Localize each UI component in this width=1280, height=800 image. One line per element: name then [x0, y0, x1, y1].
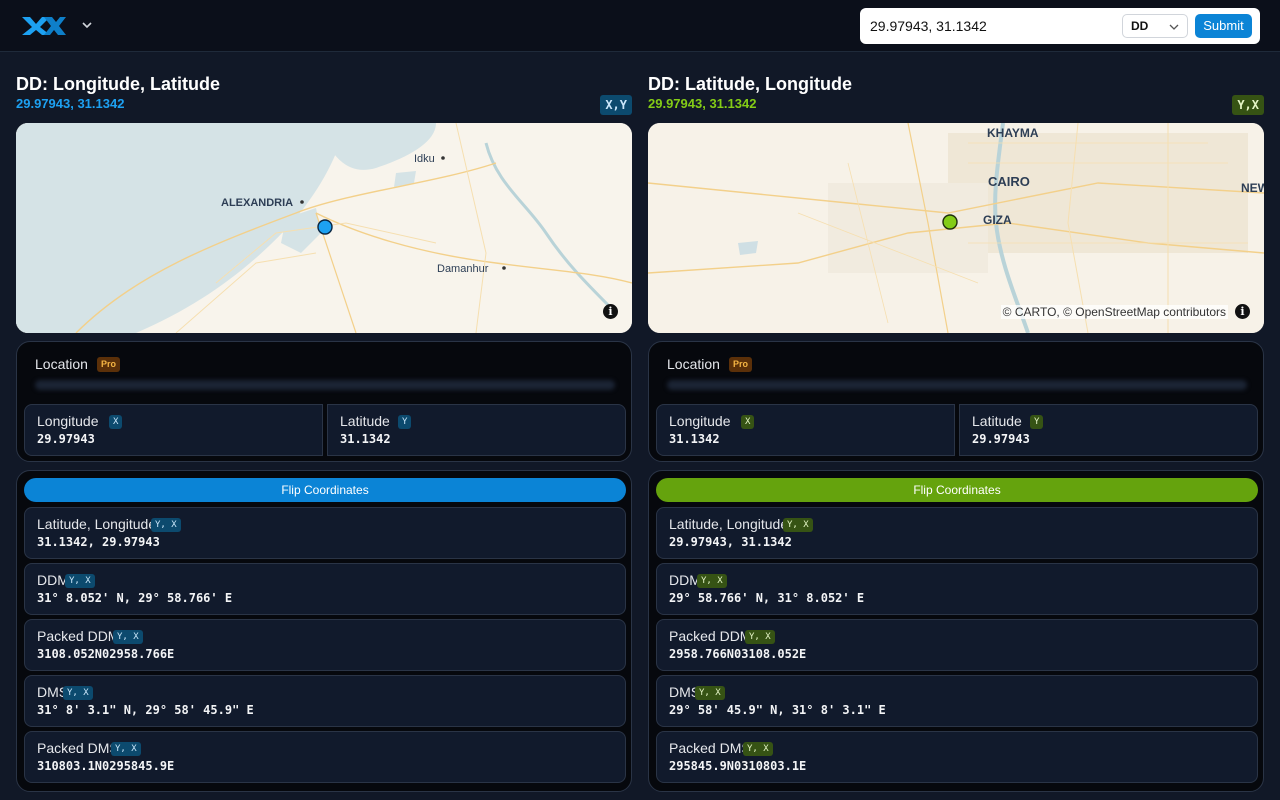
axis-badge: Y, X	[63, 686, 93, 700]
axis-order-badge: Y,X	[1232, 95, 1264, 115]
axis-badge: Y, X	[743, 742, 773, 756]
coord-value[interactable]: 31.1342	[669, 432, 720, 446]
format-row: Latitude, Longitude Y, X 29.97943, 31.13…	[656, 507, 1258, 559]
coord-label: Longitude	[37, 413, 99, 429]
format-value[interactable]: 29.97943, 31.1342	[669, 535, 792, 549]
map-canvas: Idku ALEXANDRIA Damanhur	[16, 123, 632, 333]
format-row: DMS Y, X 31° 8' 3.1" N, 29° 58' 45.9" E	[24, 675, 626, 727]
axis-badge: Y, X	[783, 518, 813, 532]
format-row: DDM Y, X 29° 58.766' N, 31° 8.052' E	[656, 563, 1258, 615]
coordinate-subtitle: 29.97943, 31.1342	[648, 96, 757, 111]
format-value[interactable]: 29° 58.766' N, 31° 8.052' E	[669, 591, 864, 605]
format-row: Latitude, Longitude Y, X 31.1342, 29.979…	[24, 507, 626, 559]
map-attribution[interactable]: © CARTO, © OpenStreetMap contributors	[1000, 305, 1228, 319]
page-title: DD: Latitude, Longitude	[648, 74, 852, 94]
axis-badge: Y, X	[151, 518, 181, 532]
coord-label: Latitude	[340, 413, 390, 429]
flip-coordinates-button[interactable]: Flip Coordinates	[24, 478, 626, 502]
coord-value[interactable]: 29.97943	[972, 432, 1030, 446]
format-label: Latitude, Longitude	[669, 516, 789, 532]
axis-badge: Y, X	[65, 574, 95, 588]
axis-badge: Y, X	[111, 742, 141, 756]
latitude-box: Latitude Y 31.1342	[327, 404, 626, 456]
format-label: Packed DDM	[37, 628, 120, 644]
format-label: Packed DMS	[37, 740, 119, 756]
axis-badge: Y	[398, 415, 412, 429]
location-label: Location	[35, 356, 88, 372]
search-bar: DD Submit	[860, 8, 1260, 44]
info-icon[interactable]: i	[1235, 304, 1250, 319]
map-label: ALEXANDRIA	[221, 197, 293, 209]
format-row: Packed DDM Y, X 2958.766N03108.052E	[656, 619, 1258, 671]
format-row: Packed DDM Y, X 3108.052N02958.766E	[24, 619, 626, 671]
location-panel: Location Pro Longitude X 31.1342 Latitud…	[648, 341, 1264, 462]
format-value[interactable]: 31.1342, 29.97943	[37, 535, 160, 549]
map-label: KHAYMA	[987, 126, 1039, 140]
coord-value[interactable]: 31.1342	[340, 432, 391, 446]
latitude-box: Latitude Y 29.97943	[959, 404, 1258, 456]
info-icon[interactable]: i	[603, 304, 618, 319]
axis-order-badge: X,Y	[600, 95, 632, 115]
coord-label: Longitude	[669, 413, 731, 429]
coordinate-subtitle: 29.97943, 31.1342	[16, 96, 125, 111]
chevron-down-icon	[1169, 24, 1179, 30]
page-title: DD: Longitude, Latitude	[16, 74, 220, 94]
submit-button[interactable]: Submit	[1195, 14, 1252, 38]
axis-badge: X	[109, 415, 123, 429]
format-value[interactable]: 310803.1N0295845.9E	[37, 759, 174, 773]
axis-badge: Y, X	[113, 630, 143, 644]
format-value[interactable]: 2958.766N03108.052E	[669, 647, 806, 661]
format-value[interactable]: 29° 58' 45.9" N, 31° 8' 3.1" E	[669, 703, 886, 717]
location-placeholder	[667, 380, 1247, 390]
top-bar: DD Submit	[0, 0, 1280, 52]
format-value[interactable]: 295845.9N0310803.1E	[669, 759, 806, 773]
map-view[interactable]: Idku ALEXANDRIA Damanhur i	[16, 123, 632, 333]
format-row: DMS Y, X 29° 58' 45.9" N, 31° 8' 3.1" E	[656, 675, 1258, 727]
pro-badge: Pro	[97, 357, 121, 372]
coord-label: Latitude	[972, 413, 1022, 429]
axis-badge: Y	[1030, 415, 1044, 429]
location-label: Location	[667, 356, 720, 372]
format-row: DDM Y, X 31° 8.052' N, 29° 58.766' E	[24, 563, 626, 615]
location-marker[interactable]	[317, 219, 333, 235]
formats-panel: Flip Coordinates Latitude, Longitude Y, …	[648, 470, 1264, 792]
format-label: Latitude, Longitude	[37, 516, 157, 532]
coordinate-input[interactable]	[870, 17, 1110, 35]
axis-badge: Y, X	[697, 574, 727, 588]
location-panel: Location Pro Longitude X 29.97943 Latitu…	[16, 341, 632, 462]
chevron-down-icon[interactable]	[80, 18, 94, 32]
format-select[interactable]: DD	[1122, 14, 1188, 38]
axis-badge: Y, X	[745, 630, 775, 644]
format-label: Packed DMS	[669, 740, 751, 756]
coord-value[interactable]: 29.97943	[37, 432, 95, 446]
right-column: DD: Latitude, Longitude 29.97943, 31.134…	[648, 52, 1264, 800]
map-label: CAIRO	[988, 174, 1030, 189]
map-canvas: KHAYMA CAIRO GIZA NEW	[648, 123, 1264, 333]
location-marker[interactable]	[942, 214, 958, 230]
formats-panel: Flip Coordinates Latitude, Longitude Y, …	[16, 470, 632, 792]
map-label: Damanhur	[437, 263, 489, 275]
flip-coordinates-button[interactable]: Flip Coordinates	[656, 478, 1258, 502]
axis-badge: X	[741, 415, 755, 429]
format-row: Packed DMS Y, X 295845.9N0310803.1E	[656, 731, 1258, 783]
format-value[interactable]: 31° 8' 3.1" N, 29° 58' 45.9" E	[37, 703, 254, 717]
format-value[interactable]: 3108.052N02958.766E	[37, 647, 174, 661]
left-column: DD: Longitude, Latitude 29.97943, 31.134…	[16, 52, 632, 800]
map-label: NEW	[1241, 181, 1264, 195]
map-label: Idku	[414, 153, 435, 165]
map-view[interactable]: KHAYMA CAIRO GIZA NEW © CARTO, © OpenStr…	[648, 123, 1264, 333]
location-placeholder	[35, 380, 615, 390]
longitude-box: Longitude X 29.97943	[24, 404, 323, 456]
format-label: Packed DDM	[669, 628, 752, 644]
format-value[interactable]: 31° 8.052' N, 29° 58.766' E	[37, 591, 232, 605]
format-row: Packed DMS Y, X 310803.1N0295845.9E	[24, 731, 626, 783]
longitude-box: Longitude X 31.1342	[656, 404, 955, 456]
pro-badge: Pro	[729, 357, 753, 372]
axis-badge: Y, X	[695, 686, 725, 700]
format-select-value: DD	[1131, 19, 1149, 33]
map-label: GIZA	[983, 213, 1012, 227]
logo-icon[interactable]	[20, 14, 66, 38]
